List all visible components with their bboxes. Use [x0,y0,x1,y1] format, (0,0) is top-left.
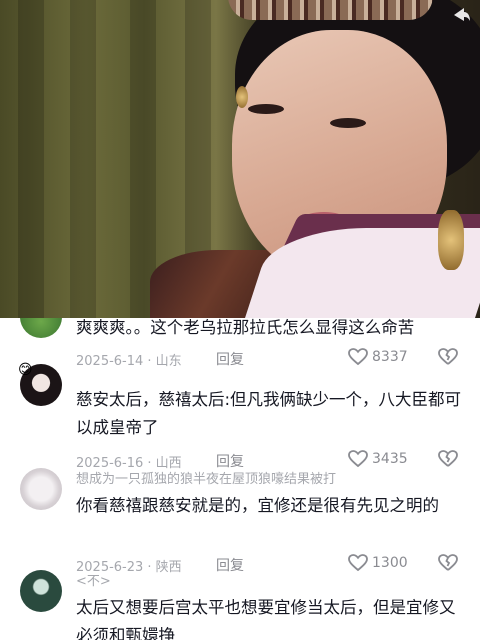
earring [236,86,248,108]
share-icon[interactable] [452,6,472,24]
headdress [228,0,433,20]
dislike-button[interactable] [438,450,458,468]
dislike-button[interactable] [438,554,458,572]
video-frame[interactable] [0,0,480,318]
comment-text: 爽爽爽。。这个老乌拉那拉氏怎么显得这么命苦 [76,318,415,337]
avatar[interactable] [20,468,62,510]
comment-username[interactable]: <不> [76,570,111,589]
broken-heart-icon [438,348,458,365]
like-button[interactable]: 8337 [348,348,408,366]
curtain-fold [130,0,156,318]
like-button[interactable]: 3435 [348,450,408,468]
comment-text: 太后又想要后宫太平也想要宜修当太后，但是宜修又必须和甄嬛挣 [76,598,456,640]
dislike-button[interactable] [438,348,458,366]
comment-meta: 2025-6-23 · 陕西 回复 1300 [76,554,476,576]
reply-button[interactable]: 回复 [216,349,244,369]
avatar[interactable] [20,318,62,338]
comment-username[interactable]: 想成为一只孤独的狼半夜在屋顶狼嚎结果被打 [76,468,336,487]
emoji-icon: 😊 [18,362,33,378]
broken-heart-icon [438,450,458,467]
avatar[interactable] [20,570,62,612]
heart-icon [348,450,368,468]
like-count: 1300 [372,555,408,571]
heart-icon [348,554,368,572]
like-count: 3435 [372,451,408,467]
comment-date: 2025-6-14 · 山东 [76,354,182,369]
comment-text: 你看慈禧跟慈安就是的，宜修还是很有先见之明的 [76,496,439,515]
reply-button[interactable]: 回复 [216,555,244,575]
like-count: 8337 [372,349,408,365]
curtain-fold [18,0,44,318]
earring [438,210,464,270]
heart-icon [348,348,368,366]
comment-text: 慈安太后，慈禧太后:但凡我俩缺少一个，八大臣都可以成皇帝了 [76,390,462,437]
curtain-fold [70,0,96,318]
like-button[interactable]: 1300 [348,554,408,572]
comment-meta: 2025-6-14 · 山东 回复 8337 [76,348,476,370]
figure-eye [330,118,366,128]
comment-list: 爽爽爽。。这个老乌拉那拉氏怎么显得这么命苦 2025-6-14 · 山东 回复 … [0,318,480,640]
figure-eye [248,104,284,114]
broken-heart-icon [438,554,458,571]
